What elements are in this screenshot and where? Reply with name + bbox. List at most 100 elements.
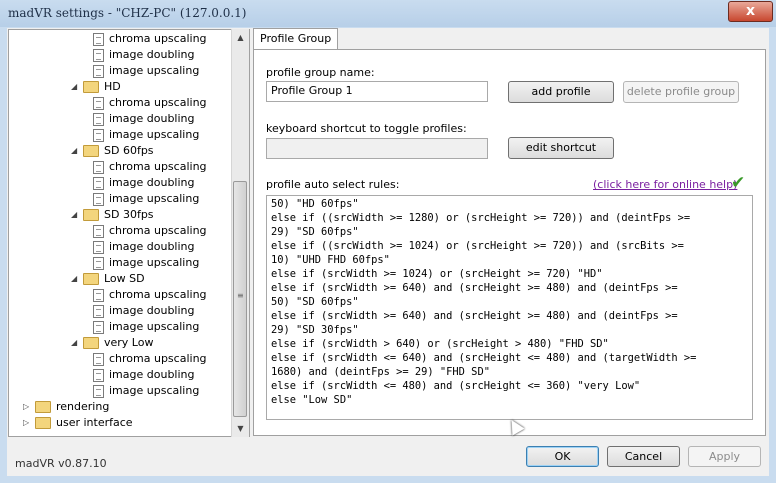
- folder-icon: [35, 417, 51, 429]
- tree-item-label: very Low: [104, 336, 154, 349]
- rules-label: profile auto select rules:: [266, 178, 400, 191]
- tree-item[interactable]: image upscaling: [93, 63, 199, 79]
- tree-item-label: image doubling: [109, 304, 195, 317]
- document-icon: [93, 320, 104, 334]
- title-bar: madVR settings - "CHZ-PC" (127.0.0.1) x: [0, 0, 776, 28]
- cancel-button[interactable]: Cancel: [607, 446, 680, 467]
- expand-arrow-down-icon[interactable]: ◢: [71, 207, 83, 223]
- tree-item[interactable]: chroma upscaling: [93, 351, 207, 367]
- document-icon: [93, 304, 104, 318]
- tree-item-label: rendering: [56, 400, 110, 413]
- tree-folder[interactable]: ◢ HD: [71, 79, 121, 95]
- expand-arrow-right-icon[interactable]: ▷: [23, 415, 35, 431]
- settings-tree: chroma upscaling image doubling image upsc…: [8, 29, 250, 437]
- tree-item[interactable]: image doubling: [93, 239, 195, 255]
- tree-item-label: chroma upscaling: [109, 160, 207, 173]
- expand-arrow-right-icon[interactable]: ▷: [23, 399, 35, 415]
- tree-folder[interactable]: ◢ SD 30fps: [71, 207, 154, 223]
- tree-item[interactable]: image doubling: [93, 367, 195, 383]
- group-name-label: profile group name:: [266, 66, 375, 79]
- tree-scrollbar[interactable]: ▲ ≡ ▼: [231, 29, 249, 437]
- tree-item-label: chroma upscaling: [109, 96, 207, 109]
- tree-folder[interactable]: ◢ Low SD: [71, 271, 145, 287]
- tree-item[interactable]: image doubling: [93, 303, 195, 319]
- tree-item[interactable]: image doubling: [93, 111, 195, 127]
- shortcut-label: keyboard shortcut to toggle profiles:: [266, 122, 467, 135]
- document-icon: [93, 368, 104, 382]
- scroll-thumb[interactable]: ≡: [233, 181, 247, 417]
- folder-icon: [83, 273, 99, 285]
- tree-item-label: image doubling: [109, 176, 195, 189]
- tree-item-label: chroma upscaling: [109, 352, 207, 365]
- shortcut-field[interactable]: [266, 138, 488, 159]
- apply-button[interactable]: Apply: [688, 446, 761, 467]
- tree-item-label: image doubling: [109, 48, 195, 61]
- tree-item-label: Low SD: [104, 272, 145, 285]
- tree-item-label: chroma upscaling: [109, 288, 207, 301]
- tree-item[interactable]: image doubling: [93, 175, 195, 191]
- tree-item[interactable]: image upscaling: [93, 319, 199, 335]
- expand-arrow-down-icon[interactable]: ◢: [71, 143, 83, 159]
- ok-button[interactable]: OK: [526, 446, 599, 467]
- folder-icon: [83, 209, 99, 221]
- tree-item[interactable]: chroma upscaling: [93, 95, 207, 111]
- tree-item-label: image doubling: [109, 112, 195, 125]
- document-icon: [93, 176, 104, 190]
- tree-folder[interactable]: ▷ user interface: [23, 415, 133, 431]
- delete-profile-group-button[interactable]: delete profile group: [623, 81, 739, 103]
- checkmark-icon: ✔: [731, 173, 746, 193]
- tree-folder[interactable]: ◢ SD 60fps: [71, 143, 154, 159]
- tree-item-label: chroma upscaling: [109, 224, 207, 237]
- tree-item[interactable]: chroma upscaling: [93, 31, 207, 47]
- document-icon: [93, 112, 104, 126]
- tree-item-label: image upscaling: [109, 128, 200, 141]
- tree-item[interactable]: image doubling: [93, 47, 195, 63]
- expand-arrow-down-icon[interactable]: ◢: [71, 79, 83, 95]
- tree-item-label: image doubling: [109, 240, 195, 253]
- folder-icon: [83, 81, 99, 93]
- group-name-field[interactable]: Profile Group 1: [266, 81, 488, 102]
- document-icon: [93, 384, 104, 398]
- tree-item[interactable]: chroma upscaling: [93, 159, 207, 175]
- expand-arrow-down-icon[interactable]: ◢: [71, 335, 83, 351]
- tree-item-label: HD: [104, 80, 121, 93]
- tree-item-label: SD 30fps: [104, 208, 154, 221]
- document-icon: [93, 192, 104, 206]
- tree-item-label: image upscaling: [109, 256, 200, 269]
- tree-item-label: SD 60fps: [104, 144, 154, 157]
- tree-item[interactable]: image upscaling: [93, 191, 199, 207]
- add-profile-button[interactable]: add profile: [508, 81, 614, 103]
- tab-profile-group-1[interactable]: Profile Group 1: [253, 28, 338, 65]
- folder-icon: [83, 337, 99, 349]
- tree-item-label: image upscaling: [109, 64, 200, 77]
- document-icon: [93, 352, 104, 366]
- scroll-up-arrow-icon[interactable]: ▲: [232, 29, 249, 46]
- tree-item[interactable]: image upscaling: [93, 383, 199, 399]
- expand-arrow-down-icon[interactable]: ◢: [71, 271, 83, 287]
- tree-item-label: user interface: [56, 416, 133, 429]
- grip-icon: ≡: [237, 291, 244, 300]
- tree-item-label: image upscaling: [109, 320, 200, 333]
- document-icon: [93, 96, 104, 110]
- tree-item-label: image upscaling: [109, 192, 200, 205]
- folder-icon: [35, 401, 51, 413]
- tree-folder[interactable]: ◢ very Low: [71, 335, 153, 351]
- document-icon: [93, 128, 104, 142]
- tree-item[interactable]: chroma upscaling: [93, 223, 207, 239]
- document-icon: [93, 288, 104, 302]
- tree-item[interactable]: image upscaling: [93, 127, 199, 143]
- scroll-down-arrow-icon[interactable]: ▼: [232, 420, 249, 437]
- tree-item-label: chroma upscaling: [109, 32, 207, 45]
- tree-item-label: image upscaling: [109, 384, 200, 397]
- tree-item[interactable]: chroma upscaling: [93, 287, 207, 303]
- document-icon: [93, 240, 104, 254]
- document-icon: [93, 224, 104, 238]
- tree-folder[interactable]: ▷ rendering: [23, 399, 109, 415]
- tree-item[interactable]: image upscaling: [93, 255, 199, 271]
- online-help-link[interactable]: (click here for online help): [593, 178, 737, 191]
- close-button[interactable]: x: [728, 1, 773, 22]
- rules-textarea[interactable]: 50) "HD 60fps" else if ((srcWidth >= 128…: [266, 195, 753, 420]
- edit-shortcut-button[interactable]: edit shortcut: [508, 137, 614, 159]
- document-icon: [93, 64, 104, 78]
- document-icon: [93, 256, 104, 270]
